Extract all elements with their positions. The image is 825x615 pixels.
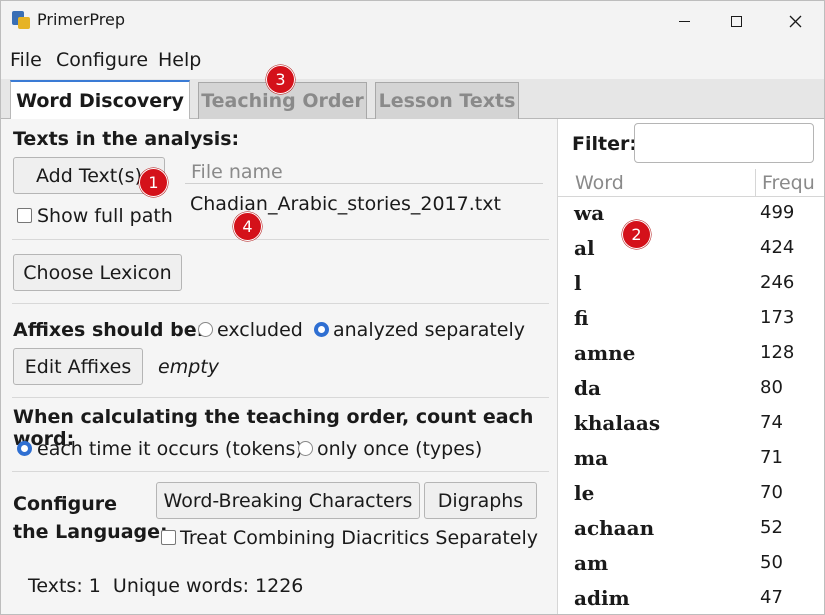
word-cell: khalaas bbox=[574, 411, 661, 435]
edit-affixes-button[interactable]: Edit Affixes bbox=[13, 348, 143, 385]
frequency-cell: 52 bbox=[760, 517, 783, 538]
word-row[interactable]: amne 128 bbox=[558, 337, 824, 372]
count-types-label: only once (types) bbox=[317, 438, 483, 460]
menu-file[interactable]: File bbox=[10, 49, 42, 71]
divider bbox=[12, 303, 549, 304]
configure-language-label-line1: Configure bbox=[13, 493, 117, 515]
minimize-button[interactable] bbox=[661, 1, 707, 41]
filter-input[interactable] bbox=[634, 123, 814, 163]
word-row[interactable]: da 80 bbox=[558, 372, 824, 407]
word-cell: l bbox=[574, 271, 582, 295]
word-row[interactable]: wa 499 bbox=[558, 197, 824, 232]
frequency-cell: 128 bbox=[760, 342, 795, 363]
word-cell: amne bbox=[574, 341, 636, 365]
divider bbox=[12, 239, 549, 240]
word-cell: adim bbox=[574, 586, 630, 610]
configure-language-label-line2: the Language: bbox=[13, 521, 168, 543]
menu-help[interactable]: Help bbox=[158, 49, 201, 71]
frequency-cell: 70 bbox=[760, 482, 783, 503]
affixes-label: Affixes should be: bbox=[13, 319, 205, 341]
word-row[interactable]: al 424 bbox=[558, 232, 824, 267]
word-row[interactable]: l 246 bbox=[558, 267, 824, 302]
word-row[interactable]: adim 47 bbox=[558, 582, 824, 614]
window-title: PrimerPrep bbox=[37, 10, 125, 29]
frequency-cell: 74 bbox=[760, 412, 783, 433]
close-button[interactable] bbox=[772, 1, 818, 41]
affixes-analyzed-separately-radio[interactable] bbox=[314, 322, 329, 337]
frequency-cell: 424 bbox=[760, 237, 795, 258]
word-cell: ma bbox=[574, 446, 609, 470]
affixes-excluded-label: excluded bbox=[217, 319, 303, 341]
frequency-cell: 246 bbox=[760, 272, 795, 293]
count-tokens-radio[interactable] bbox=[17, 441, 32, 456]
frequency-cell: 50 bbox=[760, 552, 783, 573]
frequency-cell: 80 bbox=[760, 377, 783, 398]
annotation-badge: 1 bbox=[139, 168, 168, 197]
word-row[interactable]: fi 173 bbox=[558, 302, 824, 337]
tab-strip: Word Discovery Teaching Order Lesson Tex… bbox=[1, 79, 824, 120]
divider bbox=[12, 397, 549, 398]
affixes-excluded-radio[interactable] bbox=[198, 322, 213, 337]
word-row[interactable]: achaan 52 bbox=[558, 512, 824, 547]
show-full-path-label: Show full path bbox=[37, 205, 173, 227]
count-types-radio[interactable] bbox=[298, 441, 313, 456]
minimize-icon bbox=[678, 20, 690, 22]
frequency-column-header[interactable]: Frequ bbox=[762, 172, 815, 194]
app-logo-icon bbox=[12, 11, 30, 29]
affixes-status: empty bbox=[158, 356, 219, 378]
word-row[interactable]: ma 71 bbox=[558, 442, 824, 477]
word-cell: da bbox=[574, 376, 601, 400]
tab-word-discovery[interactable]: Word Discovery bbox=[10, 80, 190, 120]
column-divider[interactable] bbox=[755, 169, 756, 197]
choose-lexicon-button[interactable]: Choose Lexicon bbox=[13, 254, 182, 291]
word-breaking-characters-button[interactable]: Word-Breaking Characters bbox=[156, 482, 420, 519]
file-list-item[interactable]: Chadian_Arabic_stories_2017.txt bbox=[190, 193, 501, 215]
file-header-divider bbox=[185, 183, 543, 184]
maximize-icon bbox=[730, 15, 742, 27]
digraphs-button[interactable]: Digraphs bbox=[424, 482, 537, 519]
frequency-cell: 173 bbox=[760, 307, 795, 328]
word-cell: achaan bbox=[574, 516, 655, 540]
affixes-analyzed-separately-label: analyzed separately bbox=[333, 319, 526, 341]
annotation-badge: 4 bbox=[233, 212, 262, 241]
word-row[interactable]: le 70 bbox=[558, 477, 824, 512]
file-name-column-header: File name bbox=[191, 161, 283, 183]
filter-label: Filter: bbox=[572, 133, 637, 155]
show-full-path-checkbox[interactable] bbox=[17, 208, 32, 223]
frequency-cell: 47 bbox=[760, 587, 783, 608]
frequency-cell: 499 bbox=[760, 202, 795, 223]
menu-configure[interactable]: Configure bbox=[56, 49, 148, 71]
word-cell: fi bbox=[574, 306, 589, 330]
word-cell: am bbox=[574, 551, 609, 575]
count-tokens-label: each time it occurs (tokens) bbox=[37, 438, 303, 460]
title-bar: PrimerPrep bbox=[1, 1, 824, 41]
divider bbox=[12, 471, 549, 472]
word-cell: le bbox=[574, 481, 595, 505]
status-bar-text: Texts: 1 Unique words: 1226 bbox=[28, 575, 304, 597]
word-column-header[interactable]: Word bbox=[575, 172, 624, 194]
menu-bar: File Configure Help bbox=[1, 41, 824, 79]
frequency-cell: 71 bbox=[760, 447, 783, 468]
annotation-badge: 3 bbox=[266, 65, 295, 94]
annotation-badge: 2 bbox=[622, 220, 651, 249]
close-icon bbox=[789, 15, 801, 27]
app-window: PrimerPrep File Configure Help Word Disc… bbox=[0, 0, 825, 615]
word-cell: al bbox=[574, 236, 595, 260]
word-list-panel: Filter: Word Frequ wa 499 al 424 l 246 fi 17… bbox=[558, 119, 824, 614]
word-discovery-panel: Texts in the analysis: Add Text(s) File … bbox=[1, 119, 557, 614]
word-cell: wa bbox=[574, 201, 605, 225]
maximize-button[interactable] bbox=[713, 1, 759, 41]
word-row[interactable]: am 50 bbox=[558, 547, 824, 582]
word-row[interactable]: khalaas 74 bbox=[558, 407, 824, 442]
texts-section-title: Texts in the analysis: bbox=[13, 128, 240, 150]
tab-lesson-texts[interactable]: Lesson Texts bbox=[375, 82, 519, 119]
combining-diacritics-label: Treat Combining Diacritics Separately bbox=[180, 527, 539, 549]
combining-diacritics-checkbox[interactable] bbox=[161, 530, 176, 545]
